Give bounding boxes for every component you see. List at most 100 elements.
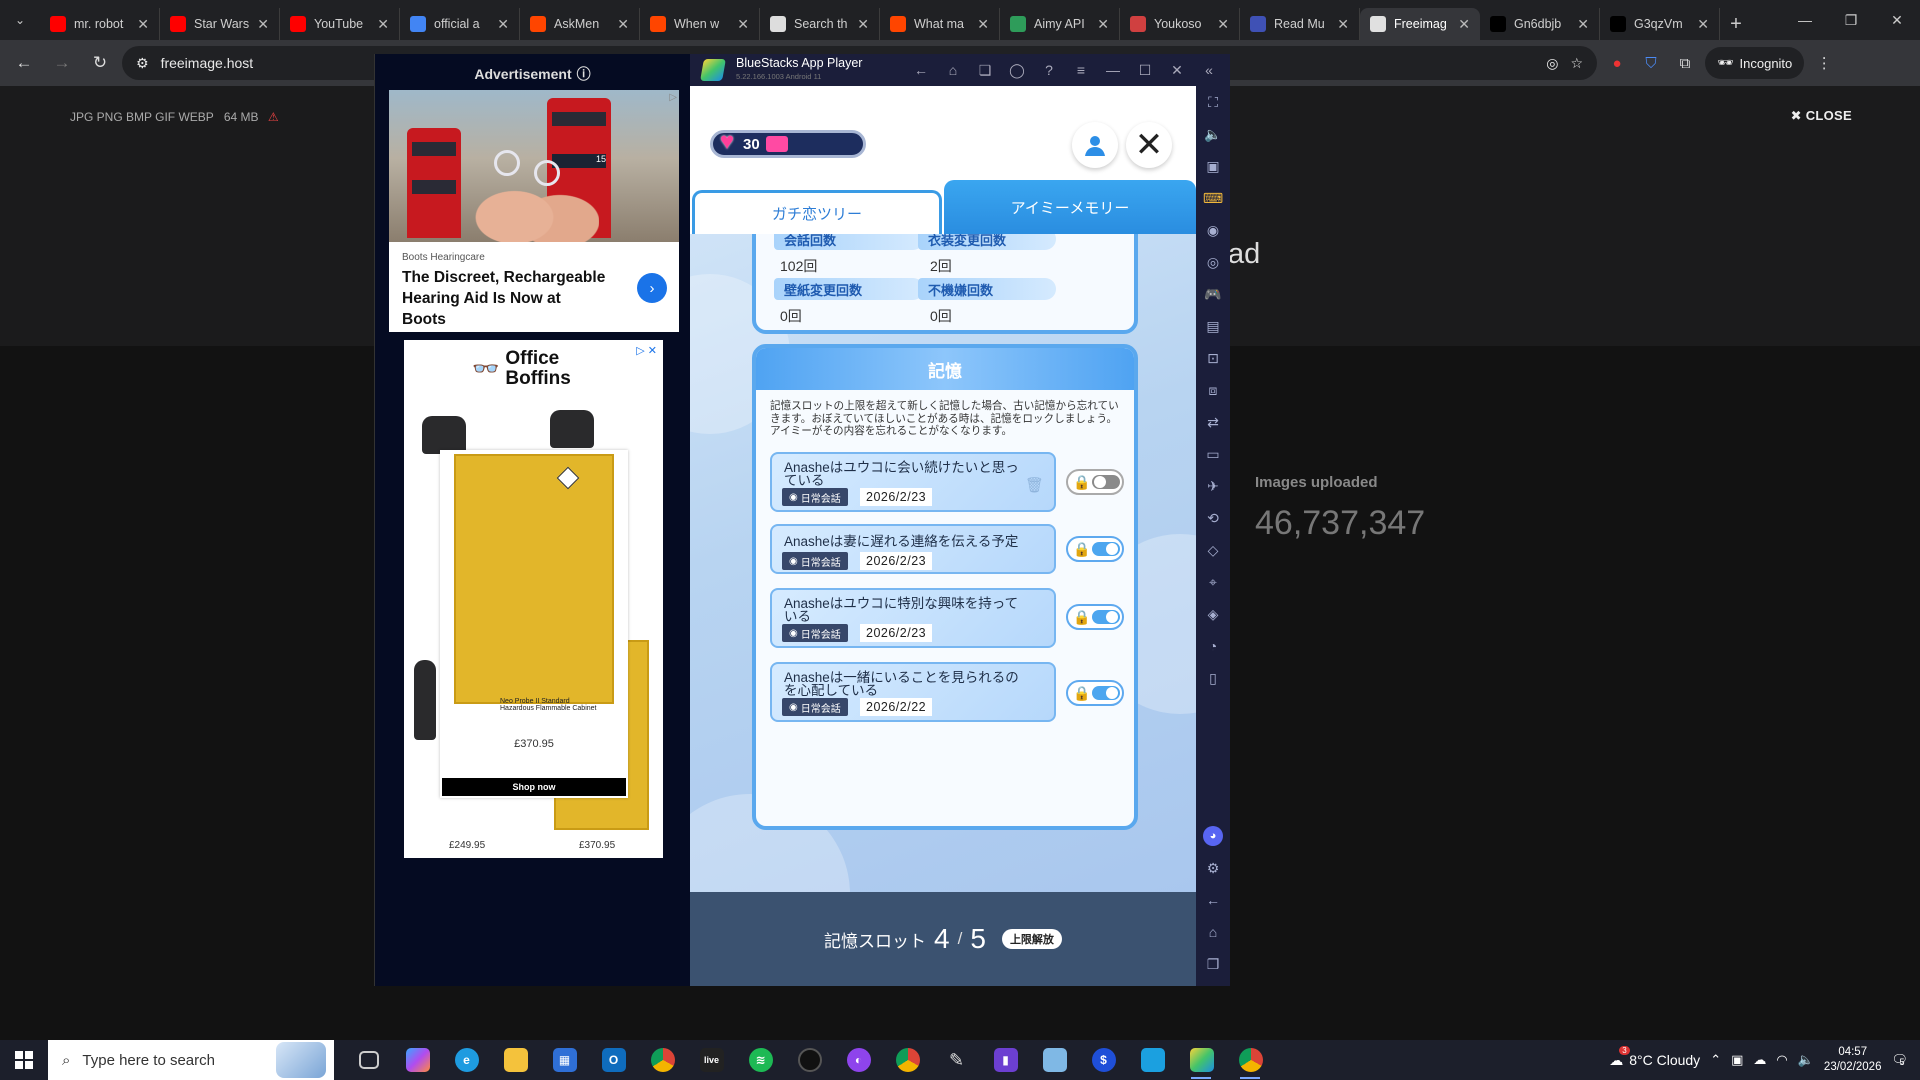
restore-button[interactable]: ❐ (1828, 0, 1874, 40)
browser-tab[interactable]: YouTube ✕ (280, 8, 400, 40)
eco-mode-icon[interactable]: ◔ (1198, 630, 1228, 662)
close-tab-icon[interactable]: ✕ (977, 16, 989, 33)
unlock-limit-button[interactable]: 上限解放 (1001, 929, 1062, 949)
gamepad-icon[interactable]: 🎮 (1198, 278, 1228, 310)
forward-button[interactable]: → (46, 47, 78, 79)
memory-scroll-area[interactable]: 会話回数 102回 衣装変更回数 2回 壁紙変更回数 0回 不機嫌回数 0回 記… (690, 234, 1196, 892)
macro-icon[interactable]: ◎ (1198, 246, 1228, 278)
task-view-icon[interactable] (344, 1040, 393, 1080)
account-icon[interactable]: ◯ (1002, 55, 1032, 85)
rotate-icon[interactable]: ⟲ (1198, 502, 1228, 534)
close-tab-icon[interactable]: ✕ (1217, 16, 1229, 33)
ad-go-arrow-icon[interactable]: › (637, 273, 667, 303)
extension-red-icon[interactable]: ● (1603, 49, 1631, 77)
sync-icon[interactable]: ⇄ (1198, 406, 1228, 438)
browser-tab[interactable]: Search th ✕ (760, 8, 880, 40)
live-app-icon[interactable]: live (687, 1040, 736, 1080)
bookmark-star-icon[interactable]: ☆ (1570, 55, 1583, 72)
close-tab-icon[interactable]: ✕ (1337, 16, 1349, 33)
back-arrow-icon[interactable]: ← (906, 55, 936, 85)
outlook-icon[interactable]: O (589, 1040, 638, 1080)
memory-lock-toggle[interactable]: 🔒 (1066, 536, 1124, 562)
volume-icon[interactable]: 🔈 (1198, 118, 1228, 150)
location-icon[interactable]: ⌖ (1198, 566, 1228, 598)
close-tab-icon[interactable]: ✕ (1458, 16, 1470, 33)
browser-tab[interactable]: official a ✕ (400, 8, 520, 40)
trash-icon[interactable]: 🗑 (1025, 476, 1044, 494)
layers-icon[interactable]: ◈ (1198, 598, 1228, 630)
apk-icon[interactable]: ▤ (1198, 310, 1228, 342)
tracking-protection-icon[interactable]: ◎ (1546, 55, 1558, 72)
wifi-icon[interactable]: ◠ (1776, 1052, 1787, 1068)
hearing-aid-ad[interactable]: 15 ▷ Boots Hearingcare The Discreet, Rec… (389, 90, 679, 332)
maximize-icon[interactable]: ☐ (1130, 55, 1160, 85)
browser-tab[interactable]: Youkoso ✕ (1120, 8, 1240, 40)
close-tab-icon[interactable]: ✕ (1577, 16, 1589, 33)
clock[interactable]: 04:57 23/02/2026 (1824, 1045, 1882, 1075)
extension-shield-icon[interactable]: ⛉ (1637, 49, 1665, 77)
browser-tab[interactable]: Freeimag ✕ (1360, 8, 1480, 40)
tab-search-button[interactable]: ⌄ (0, 0, 40, 40)
close-upload-button[interactable]: ✖ CLOSE (1791, 108, 1852, 124)
dark-circle-app-icon[interactable] (785, 1040, 834, 1080)
screen-icon[interactable]: ▣ (1198, 150, 1228, 182)
browser-tab[interactable]: What ma ✕ (880, 8, 1000, 40)
obsidian-icon[interactable]: ▮ (981, 1040, 1030, 1080)
chrome-incognito-taskbar-icon[interactable] (1226, 1040, 1275, 1080)
new-tab-button[interactable]: + (1720, 8, 1752, 40)
browser-tab[interactable]: G3qzVm ✕ (1600, 8, 1720, 40)
chrome-icon[interactable] (638, 1040, 687, 1080)
close-tab-icon[interactable]: ✕ (137, 16, 149, 33)
memory-item[interactable]: Anasheは一緒にいることを見られるのを心配している ◉ 日常会話 2026/2… (770, 662, 1056, 722)
airplane-icon[interactable]: ✈ (1198, 470, 1228, 502)
capture-icon[interactable]: ⧈ (1198, 374, 1228, 406)
spotify-icon[interactable]: ≋ (736, 1040, 785, 1080)
weather-widget[interactable]: ☁ 3 8°C Cloudy (1609, 1045, 1700, 1069)
memory-lock-toggle[interactable]: 🔒 (1066, 469, 1124, 495)
memory-item[interactable]: Anasheはユウコに会い続けたいと思っている ◉ 日常会話 2026/2/23 … (770, 452, 1056, 512)
browser-tab[interactable]: Read Mu ✕ (1240, 8, 1360, 40)
onedrive-icon[interactable]: ☁ (1753, 1052, 1766, 1068)
side-panel-icon[interactable]: ▯ (1198, 662, 1228, 694)
record-icon[interactable]: ◉ (1198, 214, 1228, 246)
extensions-puzzle-icon[interactable]: ⧉ (1671, 49, 1699, 77)
reload-button[interactable]: ↻ (84, 47, 116, 79)
browser-tab[interactable]: Star Wars ✕ (160, 8, 280, 40)
close-tab-icon[interactable]: ✕ (257, 16, 269, 33)
store-icon[interactable]: ▦ (540, 1040, 589, 1080)
file-explorer-icon[interactable] (491, 1040, 540, 1080)
multi-instance-icon[interactable]: ❏ (970, 55, 1000, 85)
info-icon[interactable]: ⓘ (577, 64, 591, 84)
close-tab-icon[interactable]: ✕ (617, 16, 629, 33)
home-icon[interactable]: ⌂ (938, 55, 968, 85)
site-info-icon[interactable]: ⚙ (136, 55, 149, 72)
close-tab-icon[interactable]: ✕ (1697, 16, 1709, 33)
memory-lock-toggle[interactable]: 🔒 (1066, 680, 1124, 706)
tab-gachikoi-tree[interactable]: ガチ恋ツリー (692, 190, 942, 234)
memory-lock-toggle[interactable]: 🔒 (1066, 604, 1124, 630)
close-icon[interactable]: ✕ (1162, 55, 1192, 85)
browser-tab[interactable]: Gn6dbjb ✕ (1480, 8, 1600, 40)
copilot-icon[interactable] (393, 1040, 442, 1080)
close-tab-icon[interactable]: ✕ (497, 16, 509, 33)
speaker-icon[interactable]: 🔈 (1798, 1052, 1814, 1068)
product-card[interactable]: Neo Probe II Standard Hazardous Flammabl… (440, 450, 628, 798)
ad-choices-close-icon[interactable]: ▷ ✕ (636, 344, 657, 357)
close-tab-icon[interactable]: ✕ (857, 16, 869, 33)
notepad-icon[interactable] (1030, 1040, 1079, 1080)
edge-icon[interactable]: e (442, 1040, 491, 1080)
minimize-icon[interactable]: — (1098, 55, 1128, 85)
keyboard-icon[interactable]: ⌨ (1198, 182, 1228, 214)
media-folder-icon[interactable]: ▭ (1198, 438, 1228, 470)
android-back-icon[interactable]: ← (1198, 884, 1228, 916)
tab-aimy-memory[interactable]: アイミーメモリー (944, 180, 1196, 234)
close-tab-icon[interactable]: ✕ (1097, 16, 1109, 33)
close-tab-icon[interactable]: ✕ (737, 16, 749, 33)
fullscreen-icon[interactable]: ⛶ (1198, 86, 1228, 118)
browser-tab[interactable]: mr. robot ✕ (40, 8, 160, 40)
ad-headline[interactable]: The Discreet, Rechargeable Hearing Aid I… (389, 267, 619, 330)
device-icon[interactable]: ▣ (1731, 1052, 1743, 1068)
shop-now-button[interactable]: Shop now (442, 778, 626, 796)
notifications-icon[interactable]: 🗨 5 (1891, 1052, 1908, 1068)
eraser-icon[interactable]: ◇ (1198, 534, 1228, 566)
